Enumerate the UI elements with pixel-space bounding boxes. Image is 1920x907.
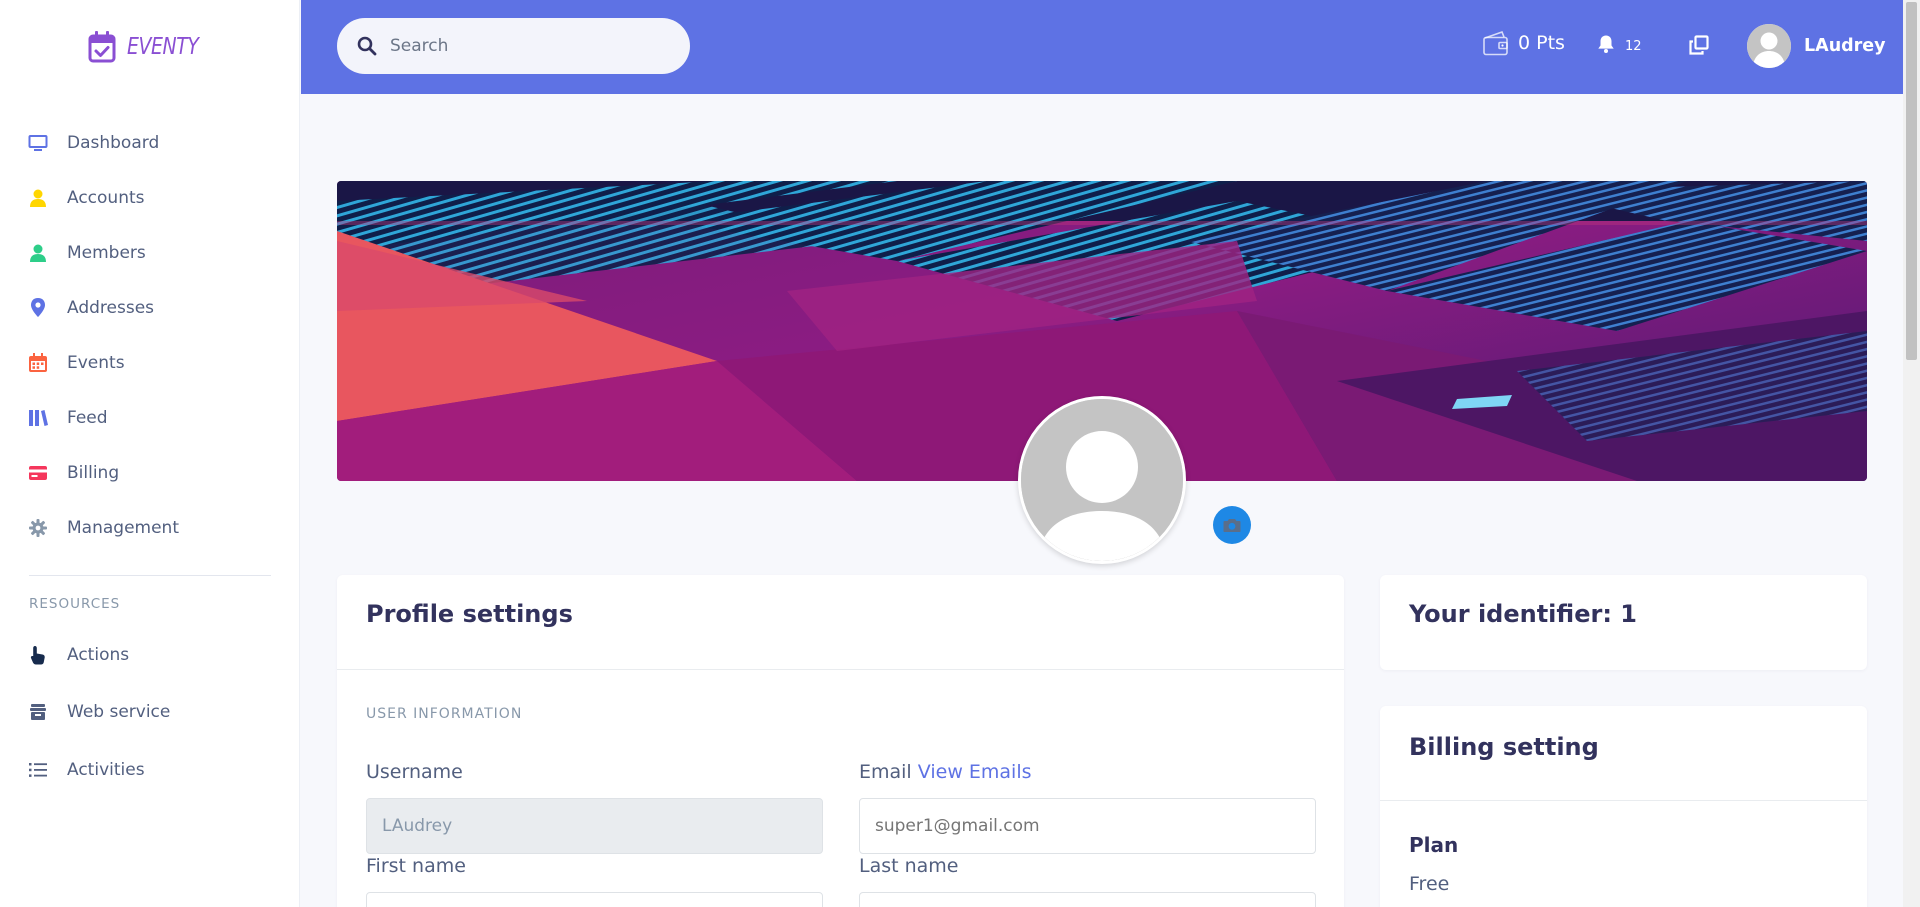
- notifications-button[interactable]: 12: [1597, 34, 1642, 54]
- view-emails-link[interactable]: View Emails: [918, 761, 1032, 783]
- section-heading: USER INFORMATION: [366, 706, 523, 722]
- plan-label: Plan: [1409, 833, 1459, 857]
- card-title: Billing setting: [1409, 733, 1599, 761]
- sidebar-item-accounts[interactable]: Accounts: [0, 170, 300, 225]
- sidebar-item-label: Accounts: [67, 187, 145, 208]
- sidebar-item-label: Dashboard: [67, 132, 160, 153]
- user-icon: [28, 188, 48, 208]
- sidebar-item-billing[interactable]: Billing: [0, 445, 300, 500]
- list-icon: [28, 760, 48, 780]
- sidebar-item-label: Members: [67, 242, 146, 263]
- top-navbar: 0 Pts 12 LAudrey: [301, 0, 1903, 94]
- change-avatar-button[interactable]: [1213, 506, 1251, 544]
- sidebar-item-web-service[interactable]: Web service: [0, 684, 300, 742]
- username-label: Username: [366, 761, 463, 783]
- plan-value: Free: [1409, 873, 1450, 895]
- sidebar-item-dashboard[interactable]: Dashboard: [0, 115, 300, 170]
- page-scrollbar[interactable]: [1903, 0, 1920, 907]
- identifier-title: Your identifier: 1: [1409, 600, 1637, 628]
- user-icon: [28, 243, 48, 263]
- sidebar-item-activities[interactable]: Activities: [0, 741, 300, 799]
- scrollbar-thumb[interactable]: [1906, 2, 1917, 360]
- sidebar-heading-resources: RESOURCES: [29, 596, 121, 612]
- search-box[interactable]: [337, 18, 690, 74]
- search-icon: [357, 36, 377, 56]
- notifications-count: 12: [1625, 39, 1642, 54]
- sidebar-item-label: Management: [67, 517, 179, 538]
- profile-settings-card: Profile settings USER INFORMATION Userna…: [337, 575, 1344, 907]
- search-input[interactable]: [390, 36, 670, 56]
- sidebar-item-label: Billing: [67, 462, 120, 483]
- map-pin-icon: [28, 297, 48, 318]
- sidebar-item-label: Actions: [67, 644, 130, 665]
- last-name-field[interactable]: [859, 892, 1316, 907]
- sidebar-item-label: Addresses: [67, 297, 155, 318]
- email-label: Email: [859, 761, 912, 783]
- pointer-hand-icon: [28, 645, 48, 665]
- monitor-icon: [28, 133, 48, 153]
- books-icon: [28, 408, 48, 428]
- last-name-label: Last name: [859, 855, 959, 877]
- first-name-label: First name: [366, 855, 466, 877]
- sidebar-item-label: Web service: [67, 702, 171, 723]
- user-avatar-icon: [1747, 24, 1791, 68]
- billing-settings-card: Billing setting Plan Free: [1380, 706, 1867, 907]
- identifier-card: Your identifier: 1: [1380, 575, 1867, 670]
- username-field: [366, 798, 823, 854]
- brand-logo[interactable]: EVENTY: [87, 30, 214, 64]
- email-field[interactable]: [859, 798, 1316, 854]
- profile-avatar[interactable]: [1018, 396, 1186, 564]
- sidebar-resources-nav: Actions Web service Activities: [0, 626, 300, 799]
- sidebar: EVENTY Dashboard Accounts Members Addres…: [0, 0, 300, 907]
- points-indicator[interactable]: 0 Pts: [1482, 30, 1565, 56]
- email-label-row: Email View Emails: [859, 761, 1032, 783]
- credit-card-icon: [28, 463, 48, 483]
- switch-view-button[interactable]: [1689, 35, 1709, 59]
- sidebar-item-addresses[interactable]: Addresses: [0, 280, 300, 335]
- sidebar-item-actions[interactable]: Actions: [0, 626, 300, 684]
- sidebar-item-feed[interactable]: Feed: [0, 390, 300, 445]
- bell-icon: [1598, 35, 1614, 53]
- clone-icon: [1689, 35, 1709, 55]
- user-menu[interactable]: LAudrey: [1747, 24, 1886, 68]
- calendar-icon: [28, 352, 48, 373]
- sidebar-item-events[interactable]: Events: [0, 335, 300, 390]
- sidebar-item-label: Feed: [67, 407, 108, 428]
- sidebar-nav: Dashboard Accounts Members Addresses Eve…: [0, 115, 300, 555]
- card-title: Profile settings: [366, 600, 573, 628]
- divider: [337, 669, 1344, 670]
- points-value: 0 Pts: [1518, 32, 1565, 54]
- first-name-field[interactable]: [366, 892, 823, 907]
- wallet-icon: [1483, 30, 1508, 56]
- sidebar-item-management[interactable]: Management: [0, 500, 300, 555]
- sidebar-item-label: Activities: [67, 759, 145, 780]
- sidebar-item-label: Events: [67, 352, 125, 373]
- brand-name: EVENTY: [127, 34, 199, 60]
- calendar-check-icon: [88, 31, 116, 63]
- camera-icon: [1223, 518, 1241, 532]
- gear-icon: [28, 518, 48, 538]
- user-name: LAudrey: [1804, 36, 1886, 56]
- user-avatar-icon: [1021, 399, 1183, 561]
- archive-icon: [28, 702, 48, 722]
- sidebar-item-members[interactable]: Members: [0, 225, 300, 280]
- avatar: [1747, 24, 1791, 68]
- sidebar-divider: [29, 575, 271, 576]
- divider: [1380, 800, 1867, 801]
